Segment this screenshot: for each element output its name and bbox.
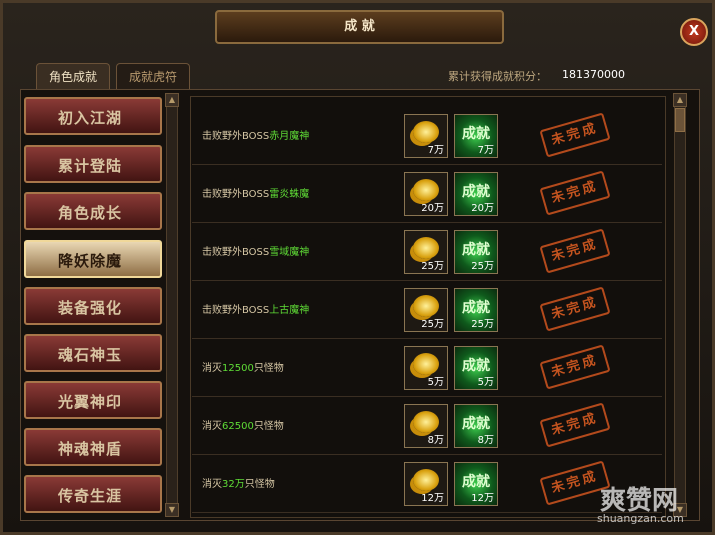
window-title: 成 就 xyxy=(215,10,504,44)
gold-reward-slot[interactable]: 8万 xyxy=(404,404,448,448)
gold-coin-icon xyxy=(413,411,439,433)
incomplete-stamp: 未完成 xyxy=(539,170,611,216)
achievement-points-slot[interactable]: 成就 7万 xyxy=(454,114,498,158)
achievement-points-slot[interactable]: 成就 8万 xyxy=(454,404,498,448)
list-scrollbar[interactable] xyxy=(674,94,686,516)
achievement-description: 击败野外BOSS赤月魔神 xyxy=(202,131,310,142)
sidebar-item-demon-slaying[interactable]: 降妖除魔 xyxy=(24,240,162,278)
sidebar-item-soul-shield[interactable]: 神魂神盾 xyxy=(24,428,162,466)
gold-reward-slot[interactable]: 12万 xyxy=(404,462,448,506)
gold-coin-icon xyxy=(413,121,439,143)
achievement-row: 击败野外BOSS雷炎蛛魔 20万 成就 20万 未完成 xyxy=(192,166,662,223)
sidebar-item-legend-career[interactable]: 传奇生涯 xyxy=(24,475,162,513)
achievement-row: 击败野外BOSS上古魔神 25万 成就 25万 未完成 xyxy=(192,282,662,339)
achievement-row: 击败野外BOSS赤月魔神 7万 成就 7万 未完成 xyxy=(192,108,662,165)
watermark-url: shuangzan.com xyxy=(597,512,684,525)
achievement-description: 消灭32万只怪物 xyxy=(202,479,275,490)
achievement-points-slot[interactable]: 成就 25万 xyxy=(454,288,498,332)
sidebar-item-character-growth[interactable]: 角色成长 xyxy=(24,192,162,230)
gold-reward-slot[interactable]: 7万 xyxy=(404,114,448,158)
gold-reward-slot[interactable]: 5万 xyxy=(404,346,448,390)
gold-reward-slot[interactable]: 20万 xyxy=(404,172,448,216)
sidebar-item-getting-started[interactable]: 初入江湖 xyxy=(24,97,162,135)
incomplete-stamp: 未完成 xyxy=(539,112,611,158)
achievement-row: 消灭32万只怪物 12万 成就 12万 未完成 xyxy=(192,456,662,513)
gold-coin-icon xyxy=(413,237,439,259)
incomplete-stamp: 未完成 xyxy=(539,344,611,390)
achievement-row: 击败野外BOSS雪域魔神 25万 成就 25万 未完成 xyxy=(192,224,662,281)
incomplete-stamp: 未完成 xyxy=(539,402,611,448)
gold-reward-slot[interactable]: 25万 xyxy=(404,288,448,332)
achievement-points-slot[interactable]: 成就 5万 xyxy=(454,346,498,390)
tab-achievement-tiger-token[interactable]: 成就虎符 xyxy=(116,63,190,90)
gold-reward-slot[interactable]: 25万 xyxy=(404,230,448,274)
sidebar-scrollbar[interactable] xyxy=(166,94,178,516)
achievement-row: 消灭12500只怪物 5万 成就 5万 未完成 xyxy=(192,340,662,397)
tab-character-achievements[interactable]: 角色成就 xyxy=(36,63,110,90)
incomplete-stamp: 未完成 xyxy=(539,228,611,274)
close-button[interactable]: X xyxy=(680,18,708,46)
gold-coin-icon xyxy=(413,179,439,201)
incomplete-stamp: 未完成 xyxy=(539,286,611,332)
score-label: 累计获得成就积分： xyxy=(448,70,547,83)
achievement-description: 消灭12500只怪物 xyxy=(202,363,284,374)
achievement-row: 消灭62500只怪物 8万 成就 8万 未完成 xyxy=(192,398,662,455)
sidebar-scroll-up-icon[interactable]: ▲ xyxy=(165,93,179,107)
achievement-points-slot[interactable]: 成就 12万 xyxy=(454,462,498,506)
achievement-description: 击败野外BOSS雷炎蛛魔 xyxy=(202,189,310,200)
achievement-description: 击败野外BOSS雪域魔神 xyxy=(202,247,310,258)
sidebar-item-equipment-enhance[interactable]: 装备强化 xyxy=(24,287,162,325)
list-scroll-thumb[interactable] xyxy=(675,108,685,132)
sidebar-item-login-total[interactable]: 累计登陆 xyxy=(24,145,162,183)
gold-coin-icon xyxy=(413,469,439,491)
achievement-description: 击败野外BOSS上古魔神 xyxy=(202,305,310,316)
gold-coin-icon xyxy=(413,295,439,317)
sidebar-item-soulstone-jade[interactable]: 魂石神玉 xyxy=(24,334,162,372)
achievement-description: 消灭62500只怪物 xyxy=(202,421,284,432)
achievement-points-slot[interactable]: 成就 20万 xyxy=(454,172,498,216)
gold-coin-icon xyxy=(413,353,439,375)
sidebar-scroll-down-icon[interactable]: ▼ xyxy=(165,503,179,517)
sidebar-item-wing-seal[interactable]: 光翼神印 xyxy=(24,381,162,419)
list-scroll-up-icon[interactable]: ▲ xyxy=(673,93,687,107)
achievement-points-slot[interactable]: 成就 25万 xyxy=(454,230,498,274)
score-value: 181370000 xyxy=(562,68,625,81)
